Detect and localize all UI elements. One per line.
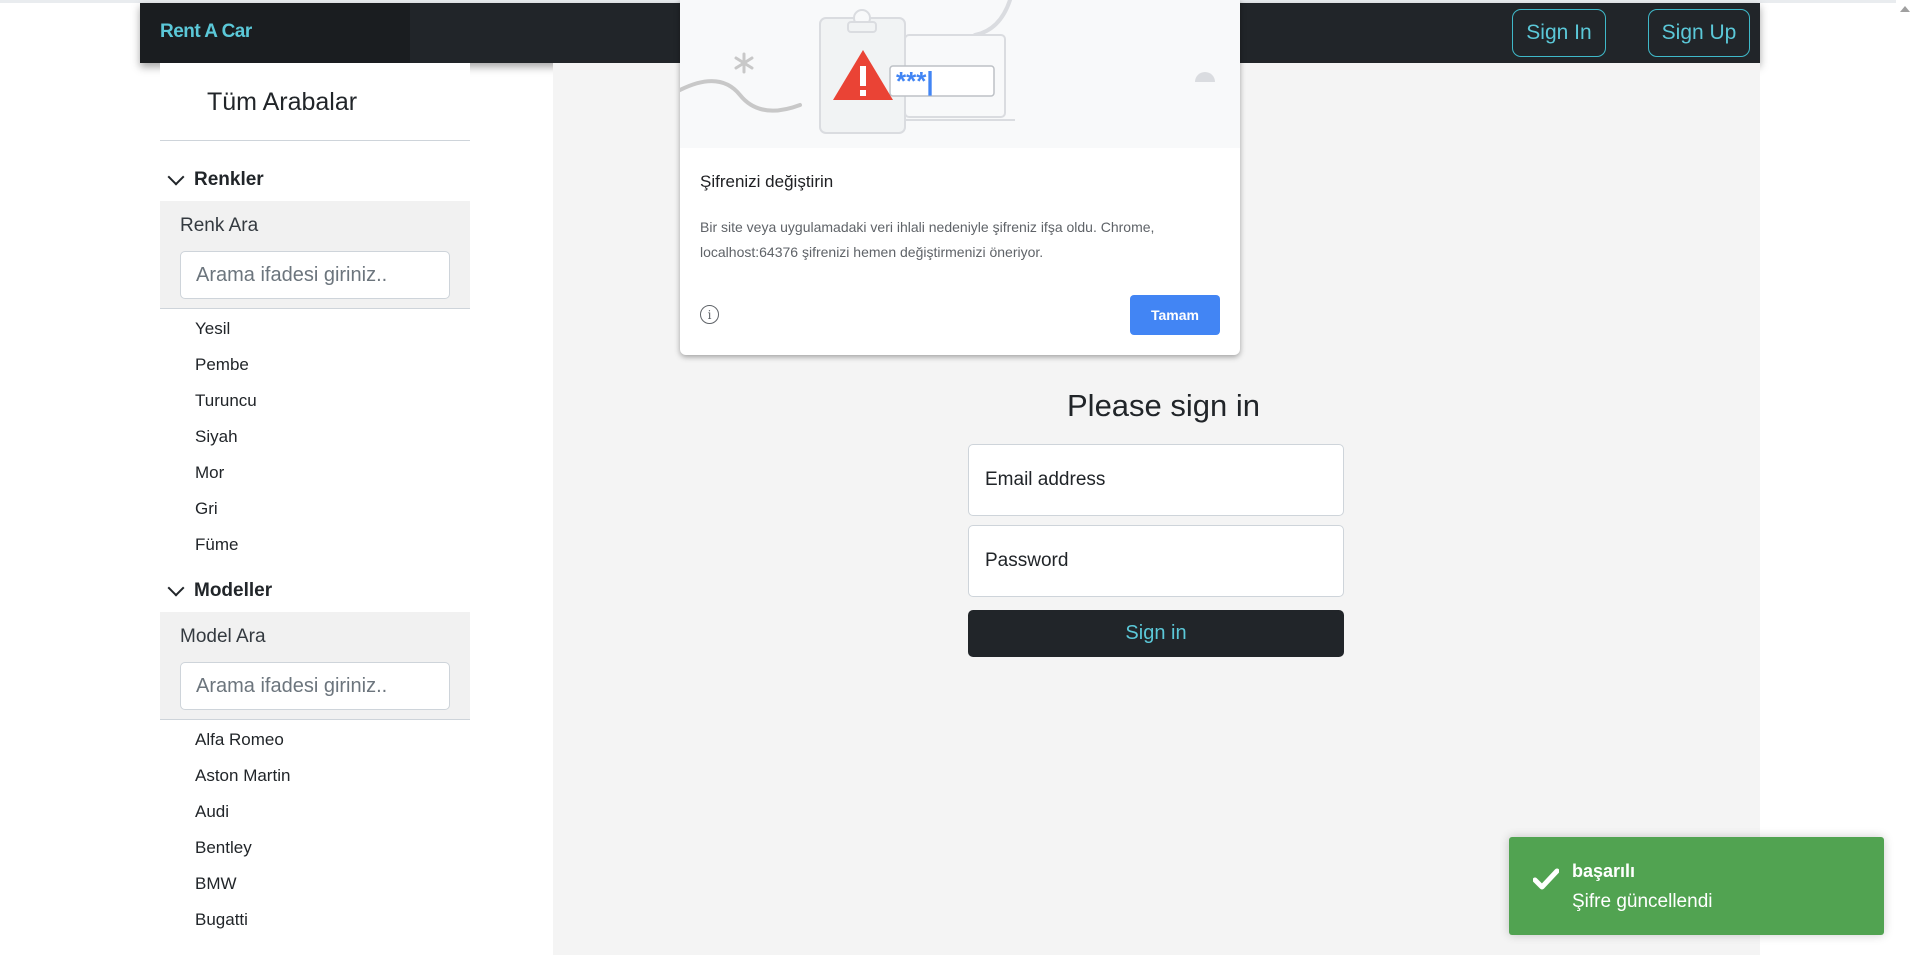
sign-in-submit-button[interactable]: Sign in <box>968 610 1344 657</box>
sidebar-title[interactable]: Tüm Arabalar <box>207 88 357 117</box>
model-search-label: Model Ara <box>180 626 266 647</box>
model-item-audi[interactable]: Audi <box>195 802 229 822</box>
dialog-title: Şifrenizi değiştirin <box>700 172 834 191</box>
color-search-label: Renk Ara <box>180 215 259 236</box>
chevron-down-icon <box>167 579 185 597</box>
ok-button[interactable]: Tamam <box>1130 295 1220 335</box>
color-item-pembe[interactable]: Pembe <box>195 355 249 375</box>
model-item-bugatti[interactable]: Bugatti <box>195 910 248 930</box>
sidebar: Tüm Arabalar Renkler Renk Ara Yesil Pemb… <box>160 63 470 955</box>
model-item-aston-martin[interactable]: Aston Martin <box>195 766 290 786</box>
color-item-fume[interactable]: Füme <box>195 535 238 555</box>
password-illustration: ***| <box>680 0 1240 148</box>
color-search-panel: Renk Ara <box>160 201 470 309</box>
sign-in-button[interactable]: Sign In <box>1512 9 1606 57</box>
info-icon[interactable]: i <box>700 305 719 324</box>
color-item-yesil[interactable]: Yesil <box>195 319 230 339</box>
brand-block: Rent A Car <box>140 3 410 63</box>
password-breach-dialog: ***| Şifrenizi değiştirin Bir site veya … <box>680 0 1240 355</box>
color-item-gri[interactable]: Gri <box>195 499 218 519</box>
colors-section-toggle[interactable]: Renkler <box>167 168 264 191</box>
chevron-down-icon <box>167 168 185 186</box>
email-field[interactable]: Email address <box>968 444 1344 516</box>
color-item-mor[interactable]: Mor <box>195 463 224 483</box>
sign-up-button[interactable]: Sign Up <box>1648 9 1750 57</box>
model-item-alfa-romeo[interactable]: Alfa Romeo <box>195 730 284 750</box>
scrollbar[interactable] <box>1896 0 1913 955</box>
toast-message: Şifre güncellendi <box>1572 891 1713 912</box>
checkmark-icon <box>1533 868 1559 890</box>
model-item-bentley[interactable]: Bentley <box>195 838 252 858</box>
color-item-siyah[interactable]: Siyah <box>195 427 238 447</box>
colors-section-heading: Renkler <box>194 169 264 190</box>
toast-title: başarılı <box>1572 861 1636 881</box>
model-item-bmw[interactable]: BMW <box>195 874 237 894</box>
scroll-up-arrow-icon[interactable] <box>1900 6 1910 12</box>
masked-password-text: ***| <box>896 66 934 96</box>
models-section-heading: Modeller <box>194 580 273 601</box>
models-section-toggle[interactable]: Modeller <box>167 579 273 602</box>
brand-logo[interactable]: Rent A Car <box>160 21 252 43</box>
color-item-turuncu[interactable]: Turuncu <box>195 391 257 411</box>
sign-in-heading: Please sign in <box>1067 388 1261 423</box>
dialog-message: Bir site veya uygulamadaki veri ihlali n… <box>700 219 1155 260</box>
password-field[interactable]: Password <box>968 525 1344 597</box>
divider <box>160 140 470 141</box>
color-search-input[interactable] <box>180 251 450 299</box>
success-toast[interactable]: başarılı Şifre güncellendi <box>1509 837 1884 935</box>
model-search-panel: Model Ara <box>160 612 470 720</box>
model-search-input[interactable] <box>180 662 450 710</box>
